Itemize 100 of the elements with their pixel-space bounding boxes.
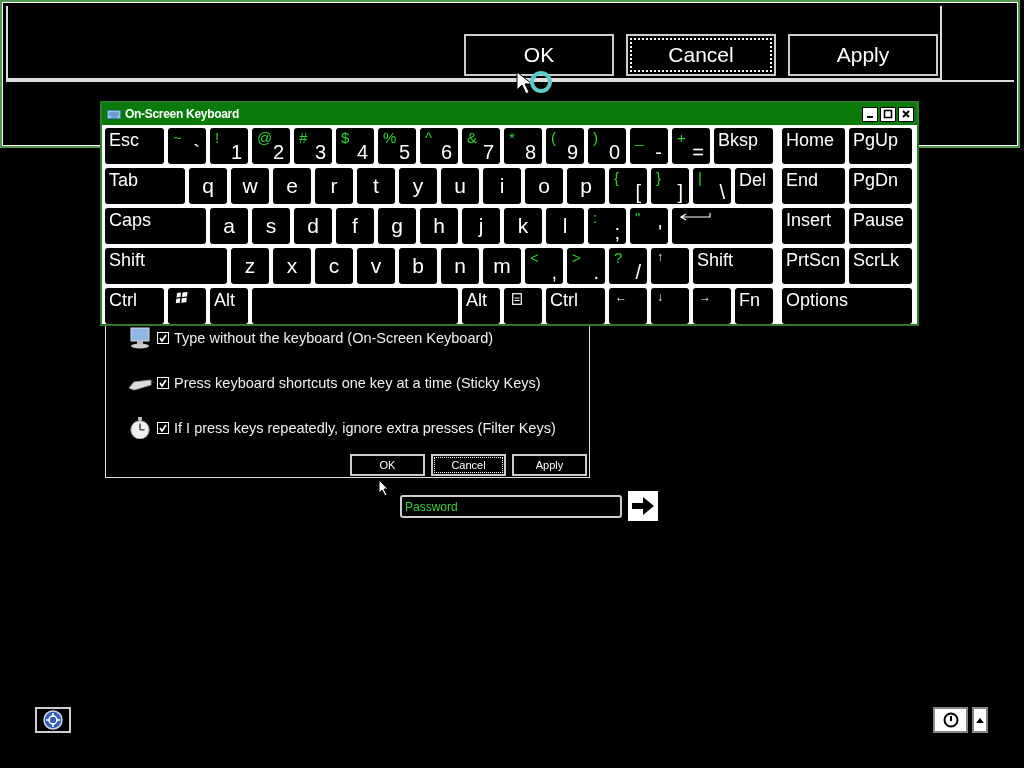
keyboard-key[interactable]: t xyxy=(357,168,395,204)
keyboard-key[interactable]: } ] xyxy=(651,168,689,204)
keyboard-key[interactable]: f xyxy=(336,208,374,244)
minimize-icon xyxy=(867,116,873,118)
keyboard-key[interactable]: u xyxy=(441,168,479,204)
keyboard-key[interactable]: k xyxy=(504,208,542,244)
keyboard-key[interactable]: End xyxy=(782,168,845,204)
keyboard-key[interactable]: ? / xyxy=(609,248,647,284)
keyboard-key[interactable]: n xyxy=(441,248,479,284)
checkbox[interactable] xyxy=(157,332,169,344)
keyboard-key[interactable]: Shift xyxy=(693,248,773,284)
keyboard-key[interactable]: { [ xyxy=(609,168,647,204)
keyboard-key[interactable]: y xyxy=(399,168,437,204)
keyboard-key[interactable]: ^ 6 xyxy=(420,128,458,164)
keyboard-key[interactable]: _ - xyxy=(630,128,668,164)
keyboard-key[interactable]: PrtScn xyxy=(782,248,845,284)
submit-button[interactable] xyxy=(628,491,658,521)
keyboard-key[interactable]: x xyxy=(273,248,311,284)
dialog-button[interactable]: Cancel xyxy=(431,454,506,476)
password-field[interactable]: Password xyxy=(400,495,622,518)
enter-key[interactable] xyxy=(672,208,773,244)
keyboard-key[interactable]: i xyxy=(483,168,521,204)
keyboard-key[interactable]: ( 9 xyxy=(546,128,584,164)
keyboard-key[interactable]: p xyxy=(567,168,605,204)
keyboard-key[interactable]: Fn xyxy=(735,288,773,324)
dialog-button[interactable]: Apply xyxy=(512,454,587,476)
checkbox[interactable] xyxy=(157,377,169,389)
keyboard-key[interactable]: Home xyxy=(782,128,845,164)
keyboard-key[interactable]: → xyxy=(693,288,731,324)
menu-key[interactable] xyxy=(504,288,542,324)
keyboard-key[interactable]: w xyxy=(231,168,269,204)
option-label: Type without the keyboard (On-Screen Keyboard) xyxy=(174,330,494,346)
keyboard-key[interactable]: Shift xyxy=(105,248,227,284)
keyboard-key[interactable]: b xyxy=(399,248,437,284)
keyboard-key[interactable]: z xyxy=(231,248,269,284)
keyboard-key[interactable]: Tab xyxy=(105,168,185,204)
ease-of-access-button[interactable] xyxy=(35,707,71,733)
keyboard-key[interactable]: ↑ xyxy=(651,248,689,284)
keyboard-icon xyxy=(107,109,121,119)
keyboard-key[interactable]: ! 1 xyxy=(210,128,248,164)
keyboard-key[interactable]: g xyxy=(378,208,416,244)
keyboard-key[interactable]: + = xyxy=(672,128,710,164)
keyboard-key[interactable]: Alt xyxy=(462,288,500,324)
keyboard-key[interactable]: % 5 xyxy=(378,128,416,164)
keyboard-key[interactable]: @ 2 xyxy=(252,128,290,164)
keyboard-key[interactable]: ← xyxy=(609,288,647,324)
keyboard-key[interactable]: a xyxy=(210,208,248,244)
keyboard-key[interactable]: : ; xyxy=(588,208,626,244)
keyboard-key[interactable]: q xyxy=(189,168,227,204)
minimize-button[interactable] xyxy=(862,106,878,122)
window-title: On-Screen Keyboard xyxy=(125,107,239,121)
keyboard-key[interactable]: Alt xyxy=(210,288,248,324)
keyboard-key[interactable]: j xyxy=(462,208,500,244)
keyboard-key[interactable]: h xyxy=(420,208,458,244)
keyboard-key[interactable]: m xyxy=(483,248,521,284)
keyboard-key[interactable]: c xyxy=(315,248,353,284)
keyboard-key[interactable]: Bksp xyxy=(714,128,773,164)
keyboard-key[interactable]: Del xyxy=(735,168,773,204)
keyboard-key[interactable]: PgDn xyxy=(849,168,912,204)
windows-key[interactable] xyxy=(168,288,206,324)
maximize-button[interactable] xyxy=(880,106,896,122)
keyboard-key[interactable]: e xyxy=(273,168,311,204)
dialog-button[interactable]: OK xyxy=(464,34,614,76)
keyboard-key[interactable]: s xyxy=(252,208,290,244)
dialog-button[interactable]: OK xyxy=(350,454,425,476)
accessibility-icon xyxy=(43,710,63,730)
keyboard-key[interactable]: " ' xyxy=(630,208,668,244)
keyboard-key[interactable]: Ctrl xyxy=(105,288,164,324)
power-button[interactable] xyxy=(933,707,968,733)
keyboard-key[interactable]: ScrLk xyxy=(849,248,912,284)
keyboard-key[interactable]: | \ xyxy=(693,168,731,204)
keyboard-key[interactable]: Pause xyxy=(849,208,912,244)
dialog-button[interactable]: Cancel xyxy=(626,34,776,76)
keyboard-key[interactable]: & 7 xyxy=(462,128,500,164)
up-triangle-icon xyxy=(976,717,984,723)
keyboard-key[interactable]: $ 4 xyxy=(336,128,374,164)
keyboard-key[interactable]: ) 0 xyxy=(588,128,626,164)
keyboard-key[interactable]: Caps xyxy=(105,208,206,244)
keyboard-key[interactable]: r xyxy=(315,168,353,204)
keyboard-key[interactable]: * 8 xyxy=(504,128,542,164)
keyboard-key[interactable]: > . xyxy=(567,248,605,284)
keyboard-key[interactable]: Options xyxy=(782,288,912,324)
keyboard-key[interactable]: Insert xyxy=(782,208,845,244)
keyboard-key[interactable]: ~ ` xyxy=(168,128,206,164)
close-button[interactable] xyxy=(898,106,914,122)
dialog-button[interactable]: Apply xyxy=(788,34,938,76)
checkbox[interactable] xyxy=(157,422,169,434)
keyboard-key[interactable]: Ctrl xyxy=(546,288,605,324)
right-arrow-icon xyxy=(631,496,655,516)
keyboard-key[interactable]: ↓ xyxy=(651,288,689,324)
keyboard-key[interactable]: d xyxy=(294,208,332,244)
keyboard-key[interactable]: l xyxy=(546,208,584,244)
keyboard-key[interactable]: < , xyxy=(525,248,563,284)
keyboard-key[interactable]: v xyxy=(357,248,395,284)
keyboard-key[interactable]: PgUp xyxy=(849,128,912,164)
return-arrow-icon xyxy=(679,212,711,222)
options-arrow-button[interactable] xyxy=(972,707,988,733)
keyboard-key[interactable]: # 3 xyxy=(294,128,332,164)
keyboard-key[interactable]: Esc xyxy=(105,128,164,164)
keyboard-key[interactable]: o xyxy=(525,168,563,204)
